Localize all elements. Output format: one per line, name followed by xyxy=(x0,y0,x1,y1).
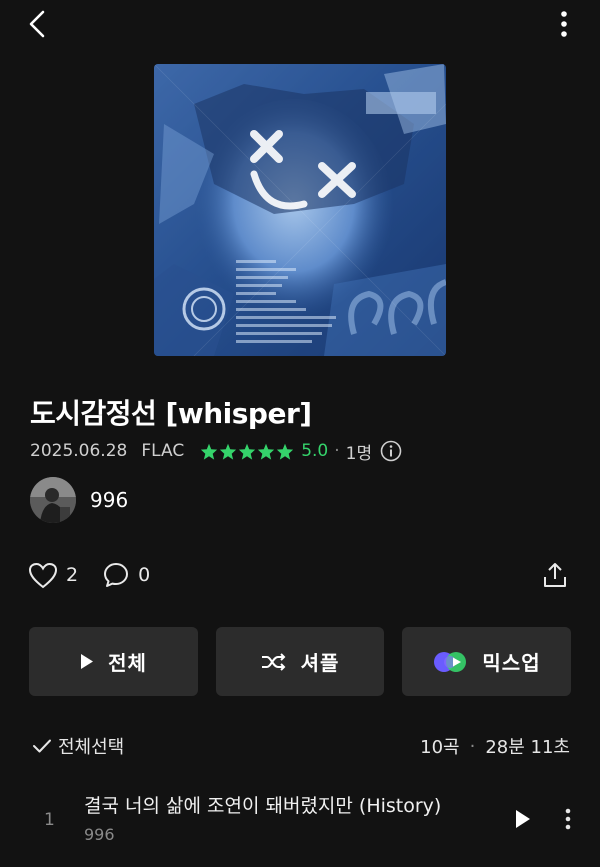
star-icon xyxy=(201,443,218,460)
album-meta: 2025.06.28 FLAC 5.0 · 1명 xyxy=(30,438,402,464)
rating-count: 1명 xyxy=(345,443,373,464)
more-vertical-icon xyxy=(565,808,571,830)
comment-icon xyxy=(104,563,129,587)
info-icon xyxy=(380,440,402,462)
artist-avatar xyxy=(30,477,76,523)
share-button[interactable] xyxy=(540,560,570,590)
back-arrow-icon xyxy=(29,10,45,38)
mixup-icon xyxy=(434,651,467,672)
release-date: 2025.06.28 xyxy=(30,441,128,461)
play-icon xyxy=(81,654,94,669)
share-icon xyxy=(544,563,566,587)
mixup-button[interactable]: 믹스업 xyxy=(402,627,571,696)
shuffle-icon xyxy=(261,652,286,671)
more-vertical-icon xyxy=(561,11,567,37)
star-icon xyxy=(220,443,237,460)
select-all-label: 전체선택 xyxy=(58,737,125,758)
mixup-label: 믹스업 xyxy=(482,651,541,675)
like-count: 2 xyxy=(66,564,79,586)
separator-dot: · xyxy=(469,735,476,757)
star-icon xyxy=(239,443,256,460)
separator-dot: · xyxy=(334,441,340,461)
select-all-button[interactable]: 전체선택 xyxy=(32,733,124,759)
rating-stars[interactable]: 5.0 xyxy=(200,441,328,461)
shuffle-label: 셔플 xyxy=(300,651,340,675)
more-options-button[interactable] xyxy=(548,6,580,42)
play-all-button[interactable]: 전체 xyxy=(29,627,198,696)
play-icon xyxy=(516,810,530,828)
rating-value: 5.0 xyxy=(301,441,329,461)
back-button[interactable] xyxy=(20,6,54,42)
like-button[interactable]: 2 xyxy=(28,562,78,589)
audio-format: FLAC xyxy=(141,441,185,461)
rating-info-button[interactable] xyxy=(380,440,402,462)
artist-link[interactable]: 996 xyxy=(30,477,128,523)
total-duration: 28분 11초 xyxy=(485,737,570,758)
heart-icon xyxy=(28,562,58,588)
track-more-button[interactable] xyxy=(558,806,578,832)
album-title: 도시감정선 [whisper] xyxy=(30,397,312,430)
shuffle-button[interactable]: 셔플 xyxy=(216,627,384,696)
artist-name: 996 xyxy=(90,488,129,512)
social-row: 2 0 xyxy=(28,560,150,590)
comment-button[interactable]: 0 xyxy=(102,561,150,589)
track-title: 결국 너의 삶에 조연이 돼버렸지만 (History) xyxy=(84,795,442,817)
track-play-button[interactable] xyxy=(510,806,536,832)
track-count: 10곡 xyxy=(420,737,460,758)
star-icon xyxy=(277,443,294,460)
album-cover xyxy=(154,64,446,356)
star-icon xyxy=(258,443,275,460)
play-all-label: 전체 xyxy=(108,651,147,675)
check-icon xyxy=(33,739,51,753)
tracklist-summary: 10곡 · 28분 11초 xyxy=(420,733,570,759)
track-number: 1 xyxy=(44,810,55,830)
comment-count: 0 xyxy=(138,564,151,586)
track-artist: 996 xyxy=(84,825,115,844)
